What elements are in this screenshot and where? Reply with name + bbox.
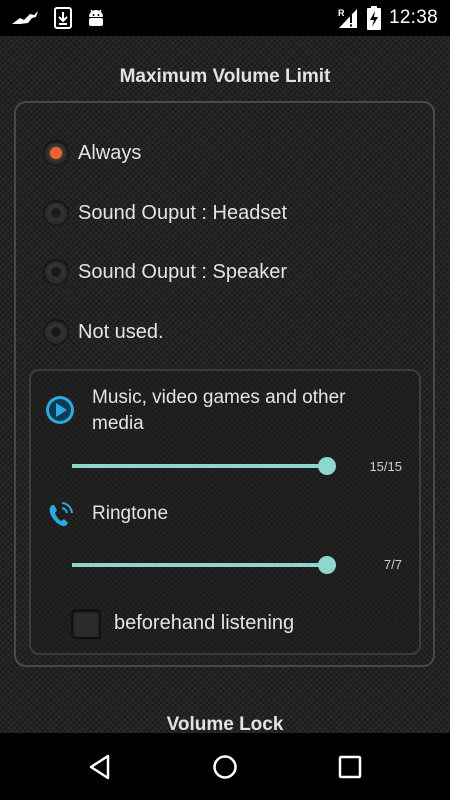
media-volume-slider[interactable] bbox=[72, 456, 336, 476]
media-volume-label: Music, video games and other media bbox=[92, 387, 346, 434]
play-icon bbox=[46, 396, 74, 424]
back-icon[interactable] bbox=[86, 753, 114, 781]
status-bar-right: R 12:38 bbox=[329, 6, 438, 30]
radio-option-always[interactable]: Always bbox=[44, 137, 141, 169]
media-volume-value: 15/15 bbox=[369, 459, 402, 474]
roaming-signal-icon: R bbox=[338, 8, 357, 28]
status-bar: R 12:38 bbox=[0, 0, 450, 36]
beforehand-listening-label: beforehand listening bbox=[114, 612, 295, 634]
radio-button[interactable] bbox=[44, 320, 68, 344]
radio-option-headset[interactable]: Sound Ouput : Headset bbox=[44, 197, 287, 229]
radio-label: Sound Ouput : Headset bbox=[78, 201, 288, 224]
radio-button[interactable] bbox=[44, 260, 68, 284]
ringtone-volume-label: Ringtone bbox=[92, 503, 169, 524]
recents-icon[interactable] bbox=[336, 753, 364, 781]
next-section-title: Volume Lock bbox=[166, 714, 284, 733]
slider-fill bbox=[72, 563, 327, 567]
radio-option-speaker[interactable]: Sound Ouput : Speaker bbox=[44, 256, 287, 288]
section-title: Maximum Volume Limit bbox=[119, 66, 331, 87]
download-icon bbox=[54, 7, 72, 29]
ringtone-volume-value: 7/7 bbox=[383, 557, 402, 572]
slider-thumb[interactable] bbox=[318, 556, 336, 574]
ringtone-volume-slider[interactable] bbox=[72, 555, 336, 575]
app-screen: R 12:38 Maximum Volume Limit Always Soun… bbox=[0, 0, 450, 800]
notification-bird-icon bbox=[12, 11, 38, 24]
svg-text:R: R bbox=[338, 8, 345, 18]
android-icon bbox=[89, 9, 103, 26]
beforehand-listening-checkbox[interactable] bbox=[71, 609, 101, 639]
phone-ringing-icon bbox=[49, 502, 73, 527]
radio-button[interactable] bbox=[44, 201, 68, 225]
status-bar-left bbox=[10, 7, 120, 29]
slider-thumb[interactable] bbox=[318, 457, 336, 475]
slider-fill bbox=[72, 464, 327, 468]
battery-charging-icon bbox=[366, 6, 381, 30]
navigation-bar bbox=[0, 733, 450, 800]
home-icon[interactable] bbox=[211, 753, 239, 781]
radio-button-checked[interactable] bbox=[44, 141, 68, 165]
radio-label: Sound Ouput : Speaker bbox=[78, 260, 288, 283]
radio-option-not-used[interactable]: Not used. bbox=[44, 316, 164, 348]
status-time: 12:38 bbox=[388, 7, 438, 28]
radio-label: Always bbox=[78, 141, 142, 164]
radio-label: Not used. bbox=[78, 320, 164, 343]
